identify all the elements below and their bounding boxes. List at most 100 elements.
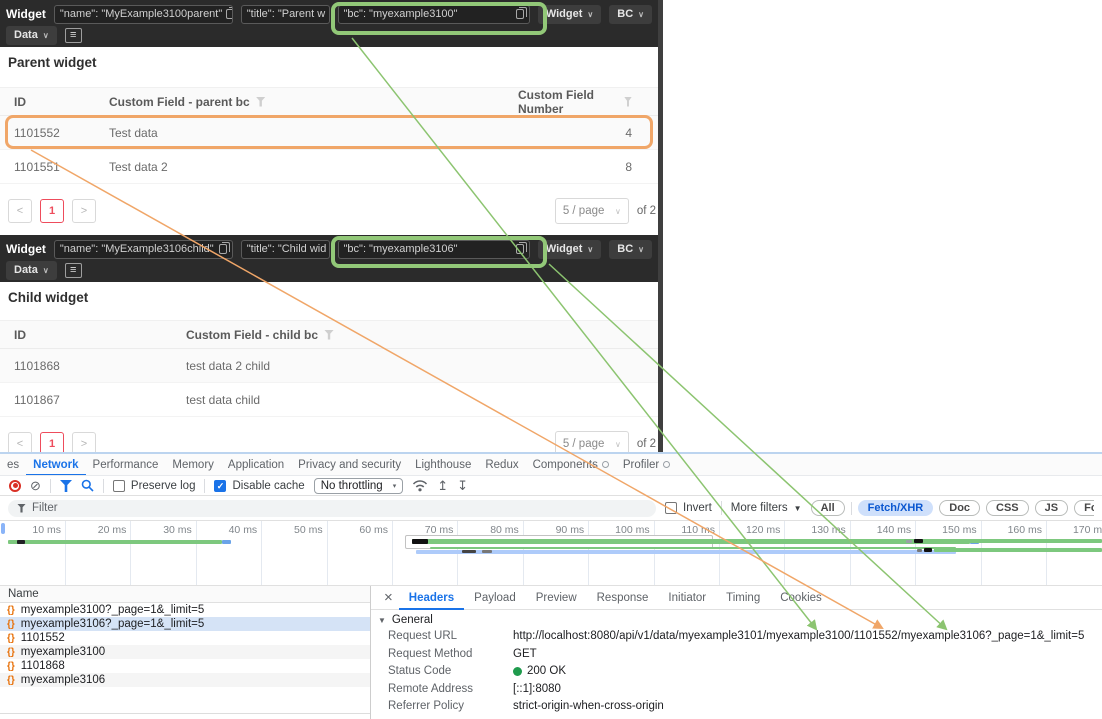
network-filter-input[interactable]: Filter <box>8 499 656 517</box>
devtools-tab-lighthouse[interactable]: Lighthouse <box>408 454 478 475</box>
request-row[interactable]: {} myexample3106?_page=1&_limit=5 <box>0 617 370 631</box>
header-field-row: Status Code 200 OK <box>371 665 1102 683</box>
request-row[interactable]: {} 1101868 <box>0 659 370 673</box>
devtools-tab-components[interactable]: Components <box>526 454 616 475</box>
devtools-tab-es[interactable]: es <box>0 454 26 475</box>
widget-name-input[interactable]: "name": "MyExample3100parent" <box>53 4 233 24</box>
column-header-custom-field: Custom Field - parent bc <box>109 94 250 109</box>
table-row[interactable]: 1101868 test data 2 child <box>0 349 658 383</box>
filter-pill-js[interactable]: JS <box>1034 500 1069 516</box>
detail-tab-cookies[interactable]: Cookies <box>770 586 832 610</box>
header-field-row: Request Method GET <box>371 648 1102 666</box>
general-section-header[interactable]: ▼ General <box>371 610 1102 630</box>
devtools-tab-network[interactable]: Network <box>26 454 85 475</box>
request-type-pills: AllFetch/XHRDocCSSJSFontImgMediaManifest… <box>810 500 1094 516</box>
filter-pill-font[interactable]: Font <box>1074 500 1094 516</box>
more-filters-button[interactable]: More filters ▼ <box>731 502 802 514</box>
triangle-down-icon: ▼ <box>378 615 386 625</box>
data-dropdown[interactable]: Data ∨ <box>6 260 57 280</box>
menu-icon[interactable]: ≡ <box>64 262 82 278</box>
page-total: of 2 <box>636 438 656 450</box>
timeline-tick-label: 40 ms <box>228 524 258 536</box>
request-name: myexample3100 <box>20 646 106 658</box>
request-row[interactable]: {} myexample3106 <box>0 673 370 687</box>
widget-name-input[interactable]: "name": "MyExample3106child" <box>53 239 233 259</box>
disable-cache-checkbox[interactable]: ✓ <box>214 479 227 492</box>
widget-dropdown[interactable]: Widget ∨ <box>537 4 602 24</box>
bc-dropdown[interactable]: BC ∨ <box>609 4 652 24</box>
table-row[interactable]: 1101552 Test data 4 <box>0 116 658 150</box>
request-detail-panel: × Headers Payload Preview Response Initiator… <box>371 586 1102 719</box>
page-1-button[interactable]: 1 <box>40 199 64 223</box>
copy-icon[interactable] <box>218 242 230 254</box>
tab-label: Redux <box>485 458 519 471</box>
json-icon: {} <box>7 632 15 644</box>
filter-pill-fetch-xhr[interactable]: Fetch/XHR <box>857 500 934 516</box>
menu-icon[interactable]: ≡ <box>64 27 82 43</box>
prev-page-button[interactable]: < <box>8 199 32 223</box>
request-row[interactable]: {} myexample3100 <box>0 645 370 659</box>
detail-tab-headers[interactable]: Headers <box>399 586 464 610</box>
bc-dropdown[interactable]: BC ∨ <box>609 239 652 259</box>
tab-label: Lighthouse <box>415 458 472 471</box>
filter-funnel-icon[interactable] <box>255 96 266 107</box>
copy-icon[interactable] <box>515 7 527 19</box>
devtools-tab-memory[interactable]: Memory <box>165 454 221 475</box>
tab-label: Privacy and security <box>298 458 402 471</box>
clear-icon[interactable]: ⊘ <box>30 479 41 492</box>
page-size-select[interactable]: 5 / page ∨ <box>554 198 629 224</box>
detail-tab-preview[interactable]: Preview <box>526 586 587 610</box>
filter-pill-all[interactable]: All <box>810 500 845 516</box>
detail-tab-response[interactable]: Response <box>587 586 659 610</box>
tab-label: Components <box>532 458 598 471</box>
search-icon[interactable] <box>81 479 94 492</box>
request-row[interactable]: {} myexample3100?_page=1&_limit=5 <box>0 603 370 617</box>
detail-tab-payload[interactable]: Payload <box>464 586 526 610</box>
request-row[interactable]: {} 1101552 <box>0 631 370 645</box>
network-conditions-icon[interactable] <box>412 479 428 492</box>
header-field-value: http://localhost:8080/api/v1/data/myexam… <box>513 630 1084 642</box>
network-overview-timeline[interactable]: 10 ms 20 ms 30 ms 40 ms 50 ms 60 ms 70 ms 80 ms… <box>0 521 1102 586</box>
table-row[interactable]: 1101867 test data child <box>0 383 658 417</box>
widget-bc-input[interactable]: "bc": "myexample3100" <box>337 4 530 24</box>
detail-tab-initiator[interactable]: Initiator <box>658 586 716 610</box>
filter-pill-css[interactable]: CSS <box>986 500 1029 516</box>
request-name: myexample3106?_page=1&_limit=5 <box>20 618 205 630</box>
devtools-tab-performance[interactable]: Performance <box>86 454 166 475</box>
preserve-log-checkbox[interactable] <box>112 479 125 492</box>
request-list-header[interactable]: Name <box>0 586 370 603</box>
widget-title-input[interactable]: "title": "Parent w <box>240 4 330 24</box>
invert-checkbox[interactable] <box>665 502 677 514</box>
filter-pill-doc[interactable]: Doc <box>939 500 981 516</box>
widget-label: Widget <box>6 7 46 21</box>
filter-funnel-icon[interactable] <box>324 329 335 340</box>
divider <box>102 478 104 493</box>
devtools-tab-privacy-and-security[interactable]: Privacy and security <box>291 454 408 475</box>
copy-icon[interactable] <box>515 242 527 254</box>
widget-title-input[interactable]: "title": "Child wid <box>240 239 330 259</box>
filter-funnel-icon[interactable] <box>623 96 632 107</box>
devtools-tab-application[interactable]: Application <box>221 454 291 475</box>
widget-bc-input[interactable]: "bc": "myexample3106" <box>337 239 530 259</box>
filter-icon[interactable] <box>59 479 72 492</box>
column-header-id: ID <box>14 94 26 109</box>
timeline-tick-label: 150 ms <box>942 524 977 536</box>
close-icon[interactable]: × <box>378 589 399 606</box>
devtools-tab-redux[interactable]: Redux <box>478 454 525 475</box>
parent-pagination: < 1 > 5 / page ∨ of 2 <box>0 198 658 224</box>
import-har-icon[interactable]: ↥ <box>437 479 448 492</box>
disable-cache-label: Disable cache <box>232 479 305 492</box>
record-button[interactable] <box>9 479 21 492</box>
widget-dropdown[interactable]: Widget ∨ <box>537 239 602 259</box>
throttling-select[interactable]: No throttling ▾ <box>313 477 404 494</box>
next-page-button[interactable]: > <box>72 199 96 223</box>
table-row[interactable]: 1101551 Test data 2 8 <box>0 150 658 184</box>
child-widget-toolbar: Widget "name": "MyExample3106child" "tit… <box>0 235 658 282</box>
copy-icon[interactable] <box>226 7 232 19</box>
detail-tab-timing[interactable]: Timing <box>716 586 770 610</box>
export-har-icon[interactable]: ↧ <box>457 479 468 492</box>
data-dropdown[interactable]: Data ∨ <box>6 25 57 45</box>
tab-label: Memory <box>172 458 214 471</box>
json-icon: {} <box>7 604 15 616</box>
devtools-tab-profiler[interactable]: Profiler <box>616 454 677 475</box>
